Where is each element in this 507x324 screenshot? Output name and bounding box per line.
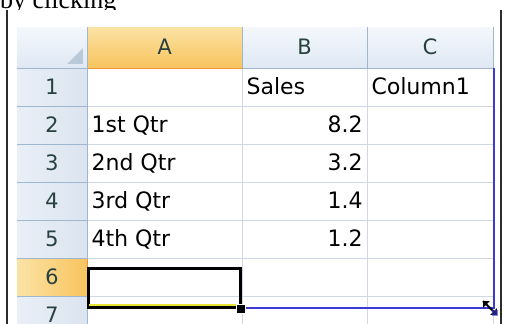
column-header-a[interactable]: A <box>87 27 243 69</box>
table-row: 2 1st Qtr 8.2 <box>17 106 494 145</box>
table-row: 6 <box>17 258 494 297</box>
table-row: 5 4th Qtr 1.2 <box>17 220 494 259</box>
table-row: 7 <box>17 296 494 324</box>
row-header-6[interactable]: 6 <box>17 258 88 297</box>
cell-a6[interactable] <box>87 258 243 297</box>
row-header-7[interactable]: 7 <box>17 296 88 324</box>
table-row: 4 3rd Qtr 1.4 <box>17 182 494 221</box>
cell-b6[interactable] <box>242 258 368 297</box>
cell-c7[interactable] <box>367 296 494 324</box>
cell-a1[interactable] <box>87 68 243 107</box>
cell-c3[interactable] <box>367 144 494 183</box>
cell-c6[interactable] <box>367 258 494 297</box>
cell-a3[interactable]: 2nd Qtr <box>87 144 243 183</box>
caption-text: by clicking <box>0 0 507 10</box>
spreadsheet-window: A B C 1 Sales Column1 2 1st Qtr 8.2 3 2n… <box>6 10 502 324</box>
cell-a5[interactable]: 4th Qtr <box>87 220 243 259</box>
table-row: 1 Sales Column1 <box>17 68 494 107</box>
column-header-b[interactable]: B <box>242 27 368 69</box>
spreadsheet-grid: A B C 1 Sales Column1 2 1st Qtr 8.2 3 2n… <box>17 27 494 324</box>
column-header-c[interactable]: C <box>367 27 494 69</box>
select-all-button[interactable] <box>17 27 88 69</box>
cell-c1[interactable]: Column1 <box>367 68 494 107</box>
column-header-row: A B C <box>17 27 494 69</box>
cell-b2[interactable]: 8.2 <box>242 106 368 145</box>
cell-a7[interactable] <box>87 296 243 324</box>
cell-c4[interactable] <box>367 182 494 221</box>
row-header-4[interactable]: 4 <box>17 182 88 221</box>
table-row: 3 2nd Qtr 3.2 <box>17 144 494 183</box>
cell-b3[interactable]: 3.2 <box>242 144 368 183</box>
row-header-3[interactable]: 3 <box>17 144 88 183</box>
cell-a4[interactable]: 3rd Qtr <box>87 182 243 221</box>
cell-c5[interactable] <box>367 220 494 259</box>
cell-c2[interactable] <box>367 106 494 145</box>
cell-a2[interactable]: 1st Qtr <box>87 106 243 145</box>
row-header-5[interactable]: 5 <box>17 220 88 259</box>
cell-b7[interactable] <box>242 296 368 324</box>
fill-handle[interactable] <box>236 304 246 314</box>
table-resize-handle-icon[interactable] <box>480 298 500 318</box>
row-header-1[interactable]: 1 <box>17 68 88 107</box>
cell-b1[interactable]: Sales <box>242 68 368 107</box>
select-all-triangle-icon <box>66 47 83 64</box>
cell-b5[interactable]: 1.2 <box>242 220 368 259</box>
row-header-2[interactable]: 2 <box>17 106 88 145</box>
cell-b4[interactable]: 1.4 <box>242 182 368 221</box>
